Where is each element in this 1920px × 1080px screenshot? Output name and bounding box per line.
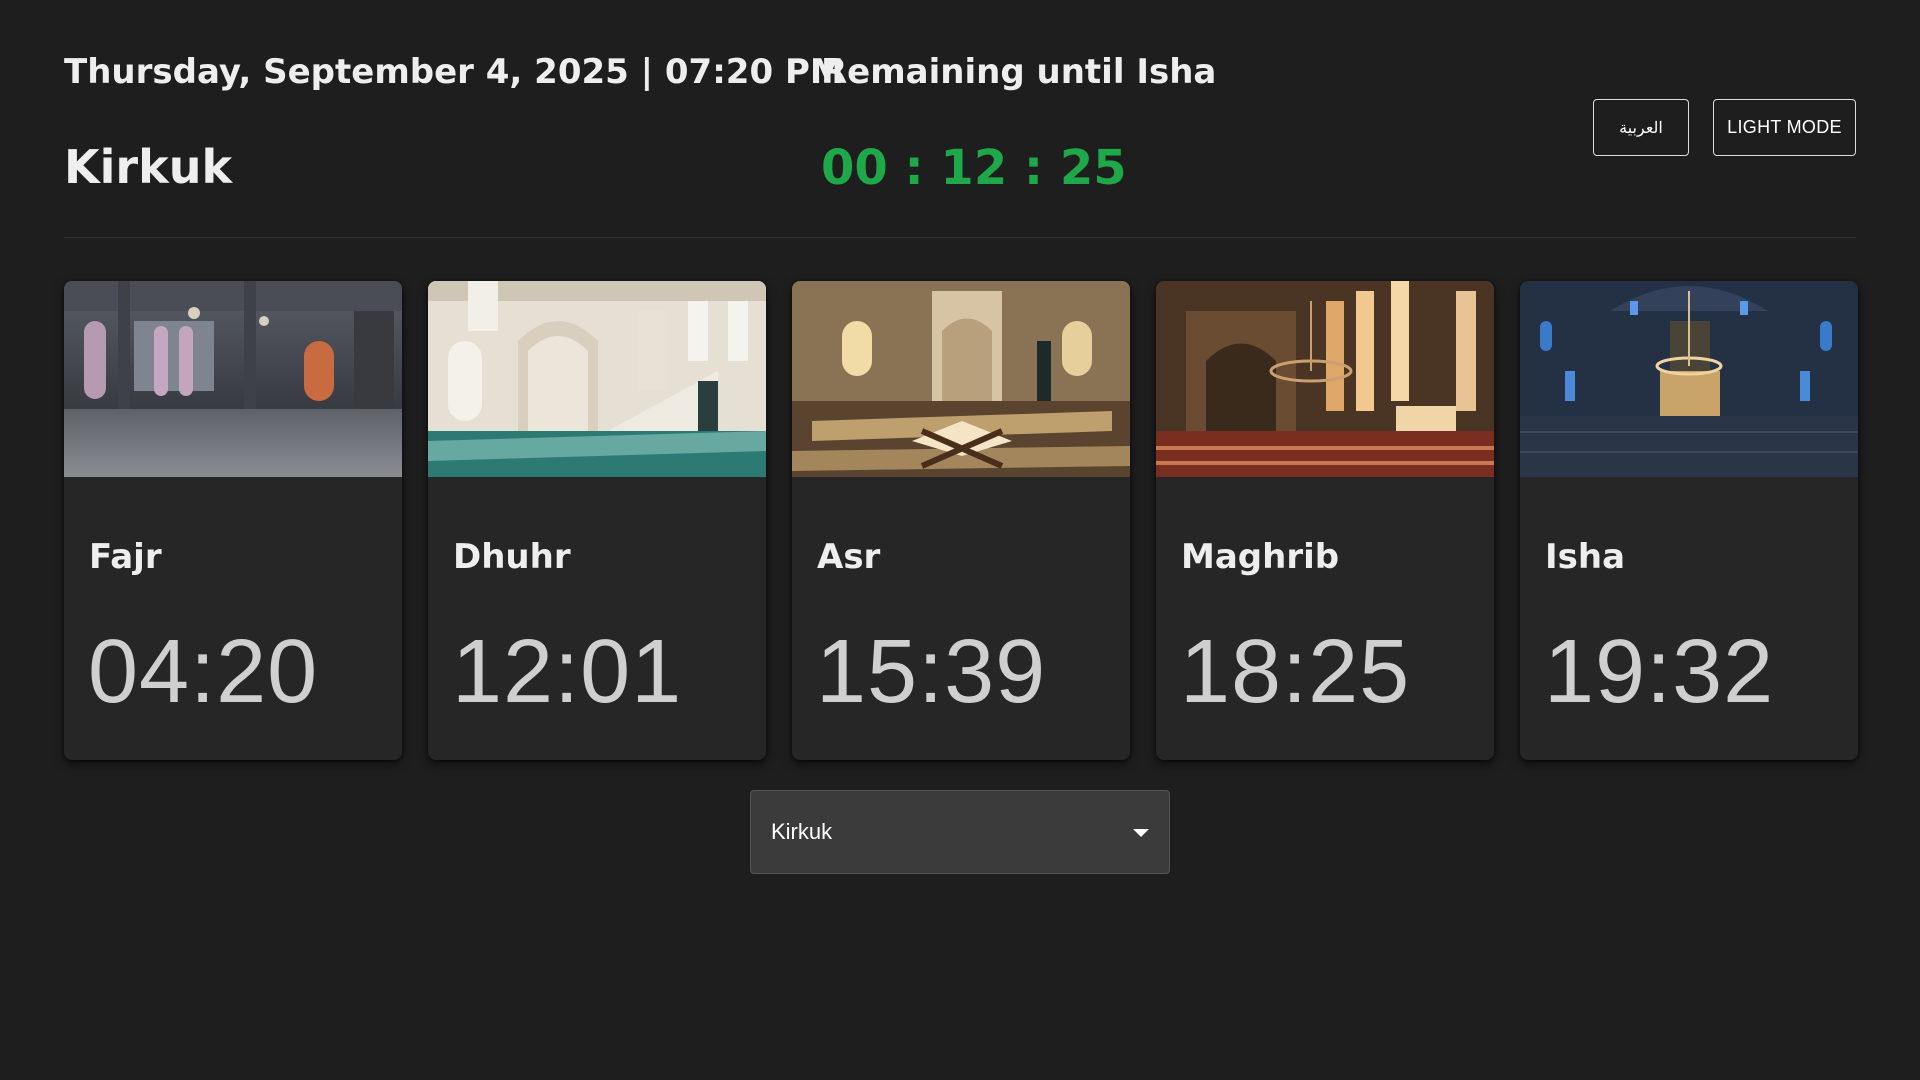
countdown-timer: 00 : 12 : 25 <box>821 140 1127 196</box>
light-mode-button[interactable]: LIGHT MODE <box>1713 99 1856 156</box>
prayer-name: Asr <box>817 537 881 577</box>
prayer-name: Fajr <box>89 537 162 577</box>
prayer-time: 12:01 <box>452 622 683 722</box>
mosque-interior-night-image <box>1520 281 1858 477</box>
prayer-time: 15:39 <box>816 622 1047 722</box>
city-title: Kirkuk <box>64 140 233 194</box>
prayer-cards: Fajr 04:20 Dhuhr 12:01 Asr 15:39 Maghrib… <box>64 281 1858 760</box>
prayer-card-fajr: Fajr 04:20 <box>64 281 402 760</box>
prayer-card-asr: Asr 15:39 <box>792 281 1130 760</box>
prayer-times-page: Thursday, September 4, 2025 | 07:20 PM K… <box>0 0 1920 1080</box>
prayer-name: Isha <box>1545 537 1626 577</box>
prayer-card-dhuhr: Dhuhr 12:01 <box>428 281 766 760</box>
mosque-interior-minbar-image <box>428 281 766 477</box>
prayer-card-maghrib: Maghrib 18:25 <box>1156 281 1494 760</box>
prayer-time: 18:25 <box>1180 622 1411 722</box>
prayer-time: 04:20 <box>88 622 319 722</box>
prayer-card-isha: Isha 19:32 <box>1520 281 1858 760</box>
mosque-interior-dawn-image <box>64 281 402 477</box>
prayer-name: Maghrib <box>1181 537 1340 577</box>
city-select[interactable]: Kirkuk <box>750 790 1170 874</box>
current-datetime: Thursday, September 4, 2025 | 07:20 PM <box>64 52 844 92</box>
chevron-down-icon <box>1133 829 1149 837</box>
prayer-time: 19:32 <box>1544 622 1775 722</box>
header: Thursday, September 4, 2025 | 07:20 PM K… <box>64 40 1856 238</box>
mosque-interior-quran-image <box>792 281 1130 477</box>
remaining-label: Remaining until Isha <box>821 52 1217 92</box>
language-toggle-button[interactable]: العربية <box>1593 99 1689 156</box>
mosque-interior-chandelier-image <box>1156 281 1494 477</box>
prayer-name: Dhuhr <box>453 537 571 577</box>
city-select-value: Kirkuk <box>771 819 833 844</box>
